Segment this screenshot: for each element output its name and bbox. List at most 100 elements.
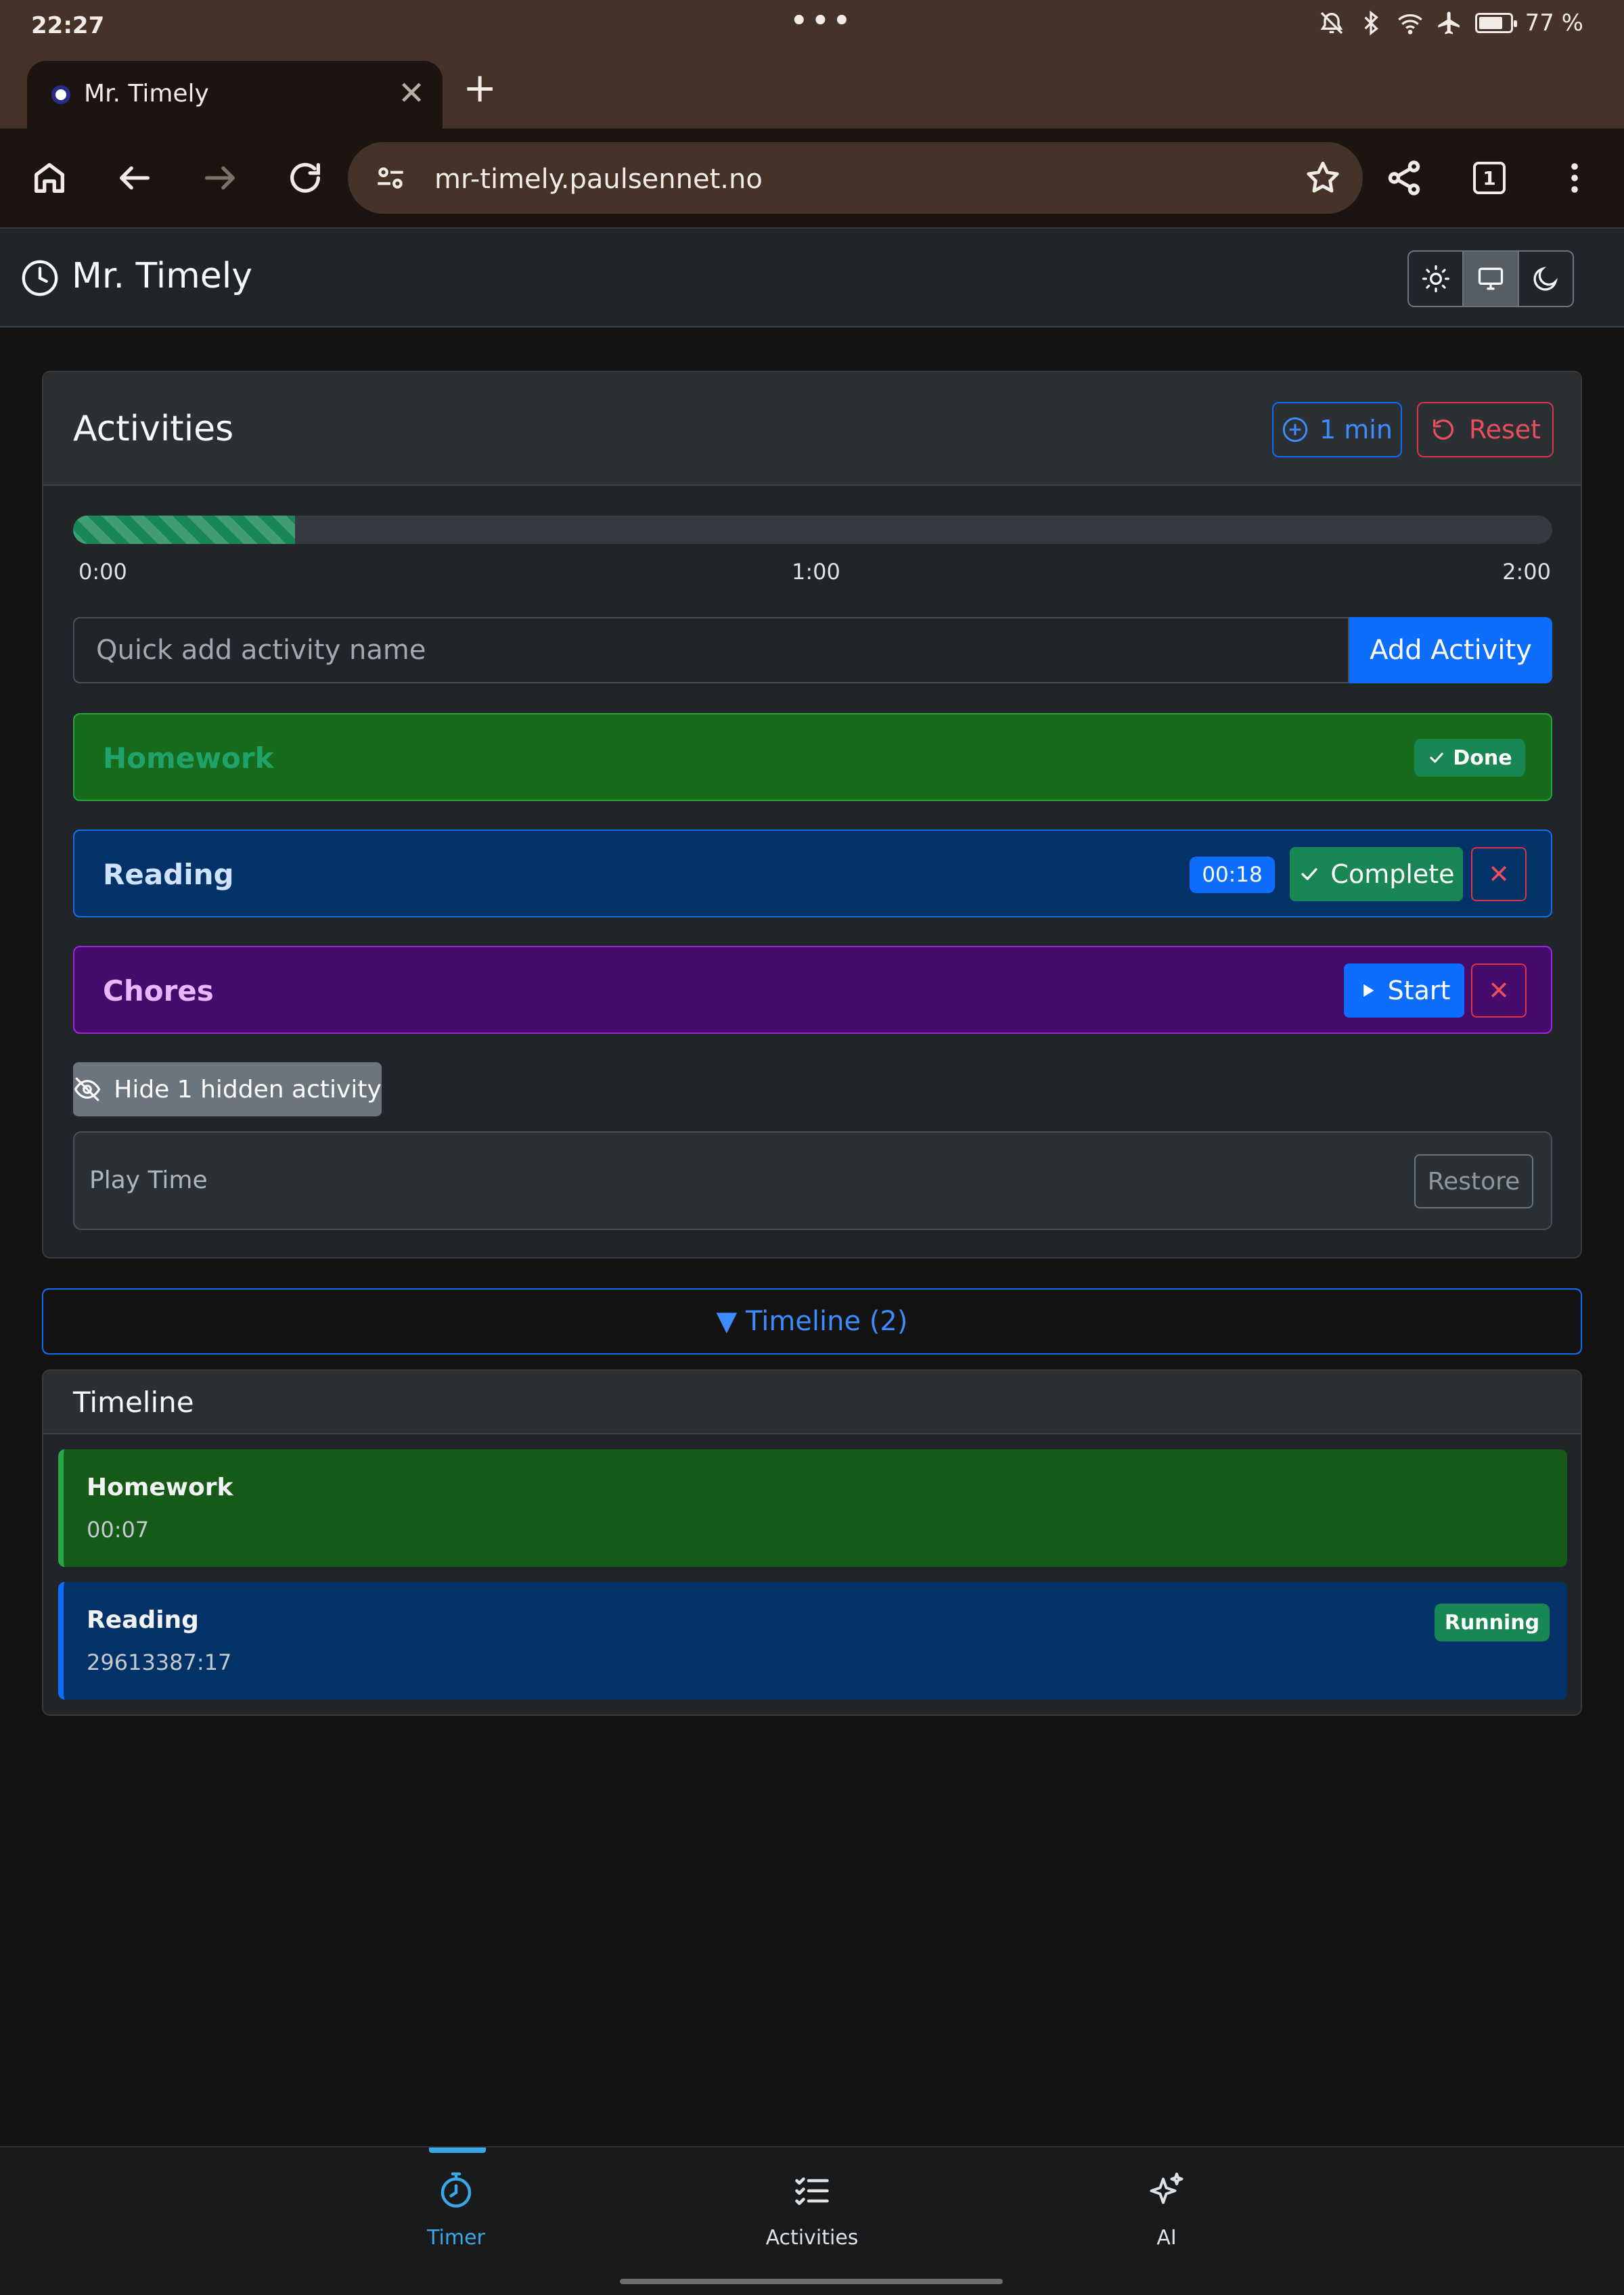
activities-card-header: Activities 1 min Reset [43, 372, 1581, 486]
timeline-card-header: Timeline [43, 1371, 1581, 1434]
reload-icon [290, 162, 320, 193]
remove-activity-button[interactable]: ✕ [1471, 963, 1527, 1018]
battery-percent: 77 % [1525, 9, 1583, 37]
clock-icon [22, 260, 58, 296]
moon-icon [1533, 266, 1558, 291]
activity-name: Homework [103, 742, 274, 775]
restore-button[interactable]: Restore [1414, 1154, 1533, 1208]
share-button[interactable] [1380, 154, 1428, 202]
timeline-toggle-button[interactable]: ▼ Timeline (2) [42, 1288, 1582, 1355]
running-badge: Running [1435, 1604, 1550, 1641]
favicon-icon [51, 85, 70, 104]
nav-item-timer[interactable]: Timer [375, 2171, 537, 2250]
complete-label: Complete [1330, 859, 1455, 889]
add-activity-button[interactable]: Add Activity [1349, 617, 1552, 683]
timeline-title: Timeline [73, 1386, 194, 1419]
mute-icon [1320, 12, 1343, 35]
nav-label-ai: AI [1156, 2226, 1177, 2250]
theme-system-button[interactable] [1464, 252, 1519, 306]
timeline-entry-homework: Homework 00:07 [58, 1449, 1567, 1567]
reset-icon [1433, 419, 1453, 440]
more-vertical-icon [1571, 163, 1578, 193]
reset-button[interactable]: Reset [1417, 402, 1554, 457]
arrow-right-icon [205, 166, 235, 190]
activity-timer-badge: 00:18 [1190, 857, 1275, 893]
add-minute-label: 1 min [1320, 415, 1393, 445]
nav-label-activities: Activities [765, 2226, 859, 2250]
timeline-entry-name: Reading [87, 1606, 199, 1634]
activity-item-reading[interactable]: Reading 00:18 Complete ✕ [73, 830, 1552, 917]
battery-icon [1474, 13, 1517, 33]
check-icon [1301, 868, 1318, 880]
monitor-icon [1478, 267, 1504, 290]
share-icon [1388, 160, 1420, 196]
timeline-entry-name: Homework [87, 1474, 233, 1501]
site-settings-icon[interactable] [374, 161, 407, 195]
progress-tick-start: 0:00 [78, 559, 127, 585]
hidden-activity-item: Play Time Restore [73, 1131, 1552, 1230]
reload-button[interactable] [281, 154, 329, 202]
active-tab-indicator [429, 2148, 486, 2153]
status-more-dots: ••• [790, 5, 855, 37]
status-time: 22:27 [31, 12, 105, 39]
new-tab-button[interactable]: + [463, 68, 497, 108]
play-icon [1363, 984, 1374, 997]
address-bar[interactable]: mr-timely.paulsennet.no [348, 142, 1363, 214]
theme-light-button[interactable] [1409, 252, 1464, 306]
airplane-icon [1437, 12, 1460, 35]
browser-toolbar: mr-timely.paulsennet.no 1 [0, 129, 1624, 227]
complete-button[interactable]: Complete [1290, 847, 1463, 901]
hidden-activity-name: Play Time [89, 1166, 208, 1194]
done-label: Done [1453, 746, 1512, 770]
start-button[interactable]: Start [1344, 963, 1464, 1018]
tab-close-icon[interactable]: ✕ [398, 74, 425, 112]
browser-menu-button[interactable] [1551, 154, 1598, 202]
plus-circle-icon [1282, 417, 1308, 442]
checklist-icon [795, 2177, 829, 2205]
bookmark-star-icon[interactable] [1303, 158, 1343, 198]
progress-tick-middle: 1:00 [792, 559, 840, 585]
tab-count: 1 [1473, 162, 1506, 194]
browser-tab[interactable]: Mr. Timely ✕ [27, 61, 443, 129]
hide-hidden-label: Hide 1 hidden activity [114, 1075, 382, 1104]
url-text[interactable]: mr-timely.paulsennet.no [434, 164, 763, 195]
nav-item-ai[interactable]: AI [1085, 2171, 1248, 2250]
system-status-bar: 22:27 ••• 77 % [0, 0, 1624, 57]
stopwatch-icon [441, 2172, 472, 2208]
eye-slash-icon [74, 1077, 101, 1101]
activity-item-homework[interactable]: Homework Done [73, 713, 1552, 801]
hide-hidden-activities-button[interactable]: Hide 1 hidden activity [73, 1062, 382, 1116]
done-badge: Done [1414, 739, 1525, 777]
tab-title: Mr. Timely [84, 80, 209, 108]
arrow-left-icon [120, 166, 150, 190]
add-minute-button[interactable]: 1 min [1272, 402, 1402, 457]
timeline-entry-reading: Reading 29613387:17 Running [58, 1582, 1567, 1700]
nav-item-activities[interactable]: Activities [731, 2171, 893, 2250]
forward-button[interactable] [196, 154, 244, 202]
wifi-icon [1397, 14, 1422, 35]
activity-name: Chores [103, 974, 214, 1007]
browser-tab-strip: Mr. Timely ✕ [0, 57, 1624, 129]
sun-icon [1422, 265, 1449, 292]
back-button[interactable] [111, 154, 158, 202]
bottom-navigation: Timer Activities AI [0, 2146, 1624, 2295]
home-button[interactable] [26, 154, 73, 202]
app-title[interactable]: Mr. Timely [72, 256, 252, 296]
remove-activity-button[interactable]: ✕ [1471, 847, 1527, 901]
sparkles-icon [1150, 2173, 1183, 2204]
check-icon [1430, 752, 1444, 763]
bluetooth-icon [1364, 10, 1378, 36]
timeline-card: Timeline Homework 00:07 Reading 29613387… [42, 1369, 1582, 1716]
status-icons: 77 % [1318, 9, 1583, 37]
gesture-handle [620, 2279, 1003, 2284]
activity-name: Reading [103, 858, 234, 891]
activities-card: Activities 1 min Reset 0:00 1:00 2:00 Ad… [42, 371, 1582, 1258]
tab-switcher-button[interactable]: 1 [1466, 154, 1513, 202]
time-progress-fill [73, 516, 295, 544]
nav-label-timer: Timer [427, 2226, 485, 2250]
theme-switcher [1407, 250, 1574, 307]
quick-add-input[interactable] [73, 617, 1349, 683]
theme-dark-button[interactable] [1519, 252, 1573, 306]
time-progress-bar [73, 516, 1552, 544]
activity-item-chores[interactable]: Chores Start ✕ [73, 946, 1552, 1034]
